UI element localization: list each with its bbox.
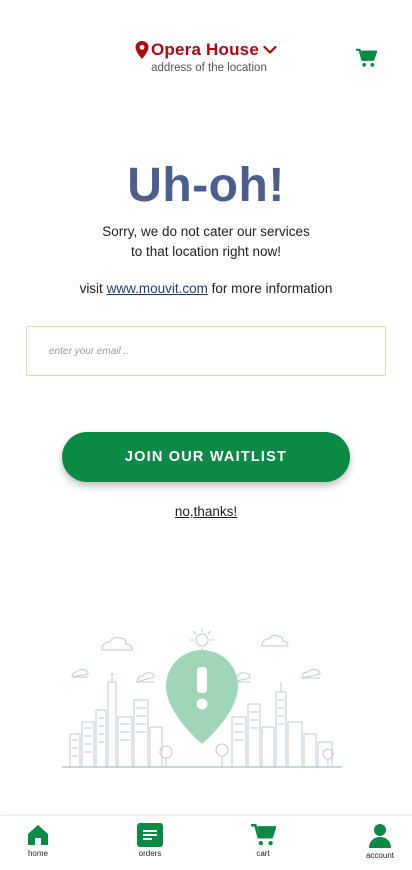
orders-icon [137, 823, 163, 847]
cart-icon[interactable] [355, 48, 377, 68]
nav-home-label: home [27, 849, 48, 858]
chevron-down-icon[interactable] [263, 45, 277, 55]
nav-home[interactable]: home [8, 823, 68, 858]
cart-icon [251, 823, 276, 846]
visit-prefix: visit [79, 281, 103, 296]
nav-cart[interactable]: cart [233, 823, 293, 858]
no-thanks-link[interactable]: no,thanks! [175, 504, 237, 519]
city-location-illustration [62, 628, 342, 768]
location-name[interactable]: Opera House [151, 40, 259, 60]
message-line-1: Sorry, we do not cater our services [102, 224, 310, 239]
visit-suffix: for more information [211, 281, 333, 296]
unavailable-message: Sorry, we do not cater our services to t… [0, 222, 412, 262]
account-icon [369, 824, 391, 848]
nav-orders-label: orders [138, 849, 162, 858]
nav-orders[interactable]: orders [120, 823, 180, 858]
nav-account-label: account [365, 851, 395, 860]
join-waitlist-button[interactable]: JOIN OUR WAITLIST [62, 432, 350, 482]
location-pin-icon [135, 41, 149, 59]
no-thanks-container: no,thanks! [0, 504, 412, 519]
email-input[interactable] [26, 326, 386, 376]
location-address: address of the location [151, 62, 267, 74]
bottom-navigation: home orders cart account [0, 815, 412, 870]
visit-info: visit www.mouvit.com for more informatio… [0, 281, 412, 296]
location-selector[interactable]: Opera House [0, 40, 412, 64]
page-title: Uh-oh! [127, 159, 285, 212]
home-icon [28, 825, 48, 845]
message-line-2: to that location right now! [130, 244, 282, 259]
nav-cart-label: cart [256, 849, 270, 858]
website-link[interactable]: www.mouvit.com [107, 281, 208, 296]
header: Opera House address of the location [0, 0, 412, 90]
nav-account[interactable]: account [350, 823, 410, 860]
